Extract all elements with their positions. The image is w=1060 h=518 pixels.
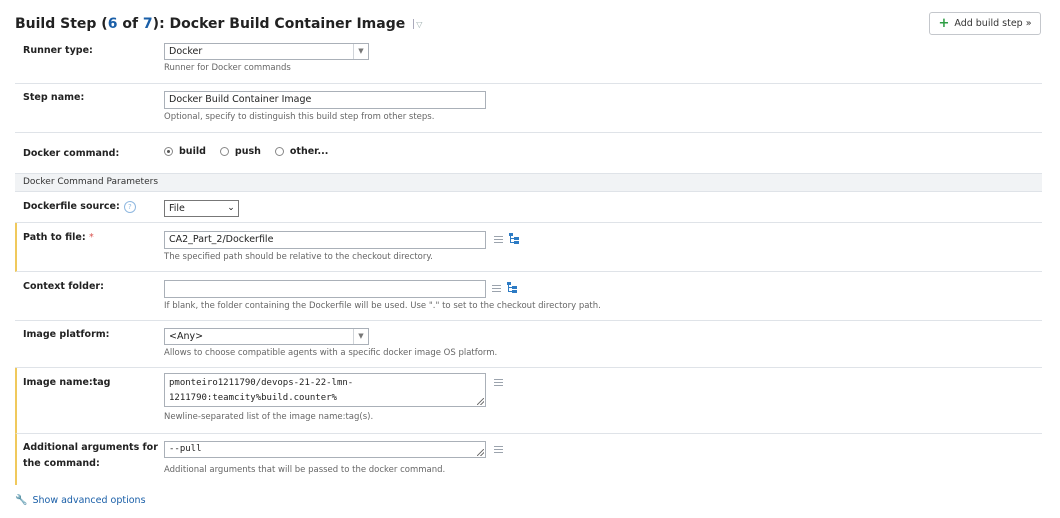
radio-build[interactable]: build — [164, 146, 206, 157]
additional-args-label: Additional arguments for the command: — [23, 442, 158, 469]
image-platform-row: Image platform: <Any> ▼ Allows to choose… — [15, 321, 1042, 368]
page-title: Build Step (6 of 7): Docker Build Contai… — [15, 16, 406, 32]
step-name-note: Optional, specify to distinguish this bu… — [164, 112, 435, 122]
additional-args-row: Additional arguments for the command: --… — [15, 434, 1042, 485]
runner-type-row: Runner type: Docker ▼ Runner for Docker … — [15, 37, 1042, 84]
image-name-tag-textarea[interactable]: pmonteiro1211790/devops-21-22-lmn- 12117… — [164, 373, 486, 407]
tree-browse-icon[interactable] — [509, 233, 520, 244]
step-name-input[interactable]: Docker Build Container Image — [164, 91, 486, 109]
chevron-down-icon: ▼ — [353, 329, 368, 344]
image-platform-select[interactable]: <Any> ▼ — [164, 328, 369, 345]
insert-param-icon[interactable] — [494, 446, 503, 453]
insert-param-icon[interactable] — [494, 236, 503, 243]
image-name-tag-label: Image name:tag — [23, 377, 111, 388]
radio-push[interactable]: push — [219, 146, 261, 157]
dockerfile-source-select[interactable]: File ⌄ — [164, 200, 239, 217]
context-folder-label: Context folder: — [23, 281, 104, 292]
step-name-label: Step name: — [23, 92, 85, 103]
image-name-tag-row: Image name:tag pmonteiro1211790/devops-2… — [15, 368, 1042, 434]
context-folder-note: If blank, the folder containing the Dock… — [164, 301, 601, 311]
context-folder-input[interactable] — [164, 280, 486, 298]
radio-dot-icon — [219, 147, 229, 156]
radio-dot-icon — [274, 147, 284, 156]
insert-param-icon[interactable] — [492, 285, 501, 292]
dockerfile-source-label: Dockerfile source:? — [23, 199, 136, 215]
additional-args-note: Additional arguments that will be passed… — [164, 465, 446, 475]
context-folder-row: Context folder: If blank, the folder con… — [15, 272, 1042, 321]
image-platform-note: Allows to choose compatible agents with … — [164, 348, 498, 358]
add-build-step-button[interactable]: + Add build step » — [929, 12, 1041, 35]
build-step-form: Runner type: Docker ▼ Runner for Docker … — [15, 37, 1042, 485]
dockerfile-source-row: Dockerfile source:? File ⌄ — [15, 192, 1042, 223]
runner-type-label: Runner type: — [23, 45, 93, 56]
section-docker-command-parameters: Docker Command Parameters — [15, 174, 1042, 192]
help-icon[interactable]: ? — [123, 200, 136, 213]
chevron-down-icon: ⌄ — [227, 203, 235, 213]
step-name-row: Step name: Docker Build Container Image … — [15, 84, 1042, 133]
step-total-link[interactable]: 7 — [143, 16, 153, 32]
radio-dot-icon — [164, 147, 173, 156]
plus-icon: + — [938, 16, 950, 31]
image-platform-label: Image platform: — [23, 329, 110, 340]
chevron-down-icon: ▼ — [353, 44, 368, 59]
runner-type-select[interactable]: Docker ▼ — [164, 43, 369, 60]
image-name-tag-note: Newline-separated list of the image name… — [164, 412, 374, 422]
insert-param-icon[interactable] — [494, 379, 503, 386]
docker-command-radios: build push other... — [164, 146, 342, 157]
resize-grip-icon[interactable] — [477, 398, 484, 405]
docker-command-row: Docker command: build push other... — [15, 133, 1042, 174]
title-menu-toggle[interactable]: ▽ — [413, 19, 422, 29]
wrench-icon: 🔧 — [15, 495, 28, 506]
page-title-wrap: Build Step (6 of 7): Docker Build Contai… — [15, 14, 422, 34]
path-to-file-row: Path to file: * CA2_Part_2/Dockerfile Th… — [15, 223, 1042, 272]
path-to-file-label: Path to file: * — [23, 232, 94, 243]
show-advanced-options-link[interactable]: 🔧 Show advanced options — [15, 495, 146, 506]
path-to-file-input[interactable]: CA2_Part_2/Dockerfile — [164, 231, 486, 249]
resize-grip-icon[interactable] — [477, 449, 484, 456]
path-to-file-note: The specified path should be relative to… — [164, 252, 433, 262]
step-current-link[interactable]: 6 — [108, 16, 118, 32]
docker-command-label: Docker command: — [23, 148, 120, 159]
radio-other[interactable]: other... — [274, 146, 328, 157]
tree-browse-icon[interactable] — [507, 282, 518, 293]
chevron-down-icon: ▽ — [416, 19, 423, 29]
additional-args-input[interactable]: --pull — [164, 441, 486, 458]
runner-type-note: Runner for Docker commands — [164, 63, 291, 73]
